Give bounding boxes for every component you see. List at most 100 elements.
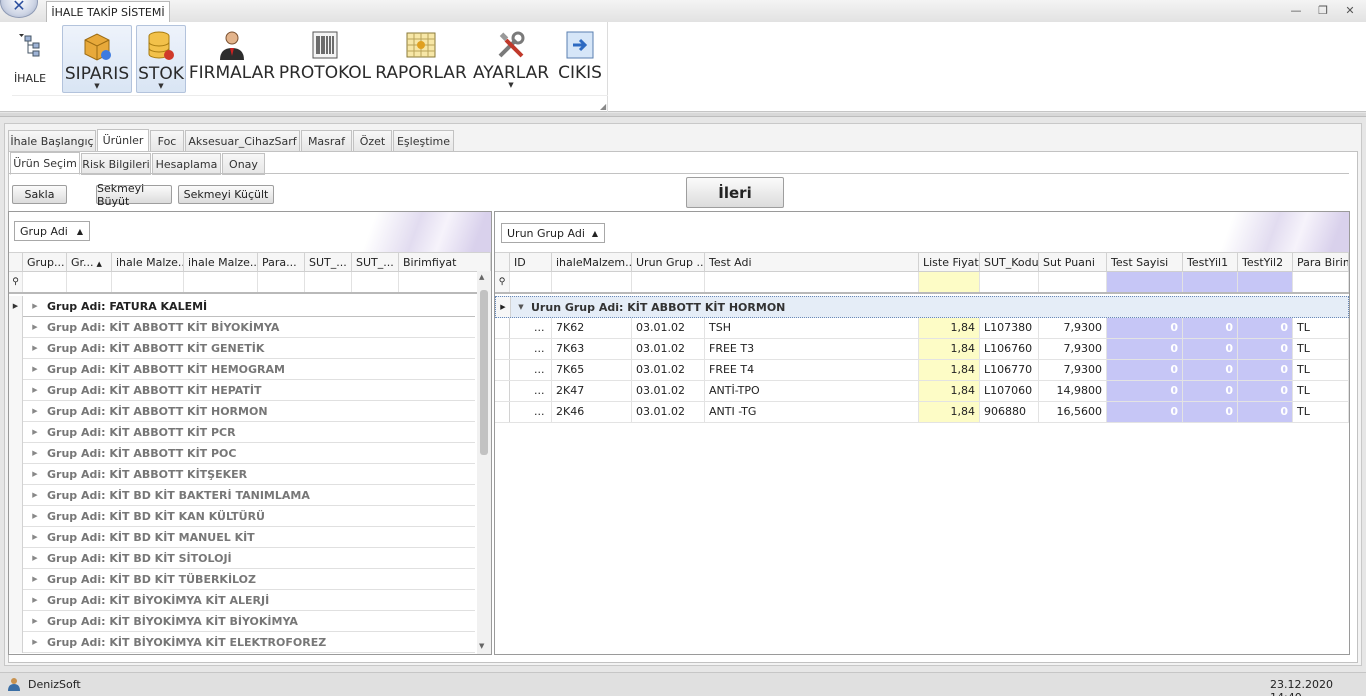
ileri-button[interactable]: İleri — [686, 177, 784, 208]
minimize-button[interactable]: — — [1289, 4, 1303, 17]
cell-ihale-malzeme[interactable]: 2K46 — [552, 402, 632, 422]
cell-para-birimi[interactable]: TL — [1293, 402, 1349, 422]
col-ihale-malzeme-2[interactable]: ihale Malze... — [184, 253, 258, 271]
grup-adi-group-box[interactable]: Grup Adi ▲ — [14, 221, 90, 241]
cell-liste-fiyati[interactable]: 1,84 — [919, 381, 980, 401]
group-row[interactable]: ▶ Grup Adi: KİT BİYOKİMYA KİT BİYOKİMYA — [9, 610, 475, 632]
expand-icon[interactable]: ▶ — [23, 575, 47, 583]
raporlar-button[interactable]: RAPORLAR — [375, 25, 467, 93]
cell-liste-fiyati[interactable]: 1,84 — [919, 339, 980, 359]
cell-testyil1[interactable]: 0 — [1183, 339, 1238, 359]
col-sut-puani[interactable]: Sut Puani — [1039, 253, 1107, 271]
group-row[interactable]: ▶ Grup Adi: KİT ABBOTT KİT HORMON — [9, 400, 475, 422]
cell-ihale-malzeme[interactable]: 7K62 — [552, 318, 632, 338]
cell-testyil1[interactable]: 0 — [1183, 402, 1238, 422]
cell-sut-kodu[interactable]: L106760 — [980, 339, 1039, 359]
cell-test-sayisi[interactable]: 0 — [1107, 381, 1183, 401]
cell-liste-fiyati[interactable]: 1,84 — [919, 318, 980, 338]
expand-icon[interactable]: ▶ — [23, 386, 47, 394]
group-row[interactable]: ▶ Grup Adi: KİT BD KİT MANUEL KİT — [9, 526, 475, 548]
cell-id[interactable]: ... — [530, 318, 552, 338]
cell-test-adi[interactable]: ANTI -TG — [705, 402, 919, 422]
table-row[interactable]: ... 2K46 03.01.02 ANTI -TG 1,84 906880 16,5600… — [495, 402, 1349, 423]
tab-onay[interactable]: Onay — [222, 153, 265, 175]
cell-id[interactable]: ... — [530, 339, 552, 359]
cell-para-birimi[interactable]: TL — [1293, 360, 1349, 380]
group-row[interactable]: ▶ Grup Adi: KİT ABBOTT KİT PCR — [9, 421, 475, 443]
group-row[interactable]: ▶ Grup Adi: KİT BD KİT KAN KÜLTÜRÜ — [9, 505, 475, 527]
cell-test-adi[interactable]: FREE T4 — [705, 360, 919, 380]
col-ihale-malzeme[interactable]: ihaleMalzem... — [552, 253, 632, 271]
group-row[interactable]: ▶ Grup Adi: KİT ABBOTT KİT HEPATİT — [9, 379, 475, 401]
col-para[interactable]: Para... — [258, 253, 305, 271]
group-row[interactable]: ▶ Grup Adi: KİT BİYOKİMYA KİT ALERJİ — [9, 589, 475, 611]
expand-icon[interactable]: ▶ — [23, 344, 47, 352]
cell-sut-kodu[interactable]: 906880 — [980, 402, 1039, 422]
cell-liste-fiyati[interactable]: 1,84 — [919, 360, 980, 380]
cell-ihale-malzeme[interactable]: 7K65 — [552, 360, 632, 380]
cell-test-adi[interactable]: FREE T3 — [705, 339, 919, 359]
group-row[interactable]: ▶ Grup Adi: KİT BİYOKİMYA KİT ELEKTROFORE… — [9, 631, 475, 653]
expand-icon[interactable]: ▶ — [23, 554, 47, 562]
sekmeyi-kucult-button[interactable]: Sekmeyi Küçült — [178, 185, 274, 204]
col-testyil1[interactable]: TestYil1 — [1183, 253, 1238, 271]
col-sut-2[interactable]: SUT_... — [352, 253, 399, 271]
group-row[interactable]: ▶ Grup Adi: KİT ABBOTT KİT BİYOKİMYA — [9, 316, 475, 338]
tab-hesaplama[interactable]: Hesaplama — [152, 153, 221, 175]
col-test-sayisi[interactable]: Test Sayisi — [1107, 253, 1183, 271]
expand-icon[interactable]: ▶ — [23, 302, 47, 310]
sekmeyi-buyut-button[interactable]: Sekmeyi Büyüt — [96, 182, 172, 208]
cell-sut-puani[interactable]: 7,9300 — [1039, 318, 1107, 338]
cell-sut-kodu[interactable]: L107380 — [980, 318, 1039, 338]
collapse-icon[interactable]: ▼ — [511, 303, 531, 311]
cell-test-sayisi[interactable]: 0 — [1107, 402, 1183, 422]
left-filter-row[interactable]: ⚲ — [9, 272, 491, 294]
cell-id[interactable]: ... — [530, 402, 552, 422]
group-row[interactable]: ▶ Grup Adi: KİT ABBOTT KİTŞEKER — [9, 463, 475, 485]
cell-testyil2[interactable]: 0 — [1238, 360, 1293, 380]
cell-testyil1[interactable]: 0 — [1183, 381, 1238, 401]
col-test-adi[interactable]: Test Adi — [705, 253, 919, 271]
cell-sut-puani[interactable]: 7,9300 — [1039, 339, 1107, 359]
col-birimfiyat[interactable]: Birimfiyat — [399, 253, 491, 271]
col-grup[interactable]: Grup... — [23, 253, 67, 271]
col-para-birimi[interactable]: Para Birimi — [1293, 253, 1349, 271]
protokol-button[interactable]: PROTOKOL — [279, 25, 371, 93]
table-row[interactable]: ... 7K62 03.01.02 TSH 1,84 L107380 7,9300 0 0 0 TL — [495, 318, 1349, 339]
cell-test-sayisi[interactable]: 0 — [1107, 360, 1183, 380]
cell-liste-fiyati[interactable]: 1,84 — [919, 402, 980, 422]
expand-icon[interactable]: ▶ — [23, 407, 47, 415]
tab-masraf[interactable]: Masraf — [301, 130, 352, 152]
group-row[interactable]: ▶ Grup Adi: KİT ABBOTT KİT POC — [9, 442, 475, 464]
cell-test-adi[interactable]: TSH — [705, 318, 919, 338]
group-row[interactable]: ▶ ▶ Grup Adi: FATURA KALEMİ — [9, 295, 475, 317]
expand-icon[interactable]: ▶ — [23, 617, 47, 625]
cell-sut-kodu[interactable]: L106770 — [980, 360, 1039, 380]
ihale-button[interactable]: İHALE — [8, 25, 52, 93]
table-row[interactable]: ... 7K63 03.01.02 FREE T3 1,84 L106760 7,9300 0… — [495, 339, 1349, 360]
col-ihale-malzeme-1[interactable]: ihale Malze... — [112, 253, 184, 271]
cell-ihale-malzeme[interactable]: 2K47 — [552, 381, 632, 401]
expand-icon[interactable]: ▶ — [23, 491, 47, 499]
tab-risk-bilgileri[interactable]: Risk Bilgileri — [81, 153, 151, 175]
scroll-up-icon[interactable]: ▲ — [479, 273, 484, 281]
cell-testyil2[interactable]: 0 — [1238, 381, 1293, 401]
expand-icon[interactable]: ▶ — [23, 365, 47, 373]
restore-button[interactable]: ❐ — [1316, 4, 1330, 17]
cell-testyil1[interactable]: 0 — [1183, 360, 1238, 380]
firmalar-button[interactable]: FIRMALAR — [189, 25, 275, 93]
cell-sut-puani[interactable]: 16,5600 — [1039, 402, 1107, 422]
siparis-button[interactable]: SIPARIS ▼ — [62, 25, 132, 93]
cell-id[interactable]: ... — [530, 381, 552, 401]
expand-icon[interactable]: ▶ — [23, 323, 47, 331]
col-urun-grup[interactable]: Urun Grup ... — [632, 253, 705, 271]
expand-icon[interactable]: ▶ — [23, 596, 47, 604]
tab-eslestime[interactable]: Eşleştime — [393, 130, 454, 152]
right-filter-row[interactable]: ⚲ — [495, 272, 1349, 294]
cell-sut-puani[interactable]: 7,9300 — [1039, 360, 1107, 380]
group-row[interactable]: ▶ Grup Adi: KİT ABBOTT KİT GENETİK — [9, 337, 475, 359]
cell-testyil2[interactable]: 0 — [1238, 339, 1293, 359]
cell-testyil2[interactable]: 0 — [1238, 402, 1293, 422]
stok-button[interactable]: STOK ▼ — [136, 25, 186, 93]
cell-testyil1[interactable]: 0 — [1183, 318, 1238, 338]
